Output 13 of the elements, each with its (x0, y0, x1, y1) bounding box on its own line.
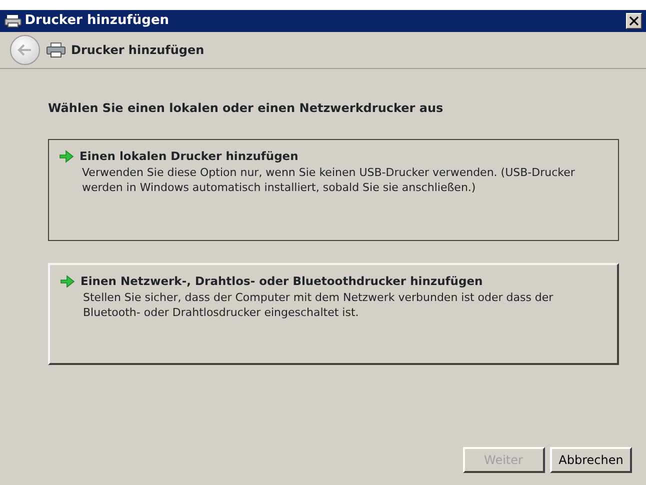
printer-icon (46, 42, 66, 58)
printer-icon (4, 14, 22, 28)
arrow-icon (60, 275, 75, 288)
option-button[interactable]: Einen lokalen Drucker hinzufügen Verwenden Sie diese Option nur, wenn Sie keinen USB-Drucker verwenden. (USB-Drucker werden in Windows automatisch installiert, sobald Sie sie anschließen.) (48, 139, 619, 241)
back-arrow-icon (17, 44, 33, 56)
header-title: Drucker hinzufügen (71, 42, 204, 59)
page-heading: Wählen Sie einen lokalen oder einen Netzwerkdrucker aus (48, 100, 444, 117)
window-title: Drucker hinzufügen (24, 12, 170, 30)
close-button[interactable] (626, 13, 642, 29)
close-icon (629, 16, 639, 26)
dialog-button[interactable]: Abbrechen (550, 447, 632, 473)
arrow-icon (59, 150, 74, 164)
option-button[interactable]: Einen Netzwerk-, Drahtlos- oder Bluetoothdrucker hinzufügen Stellen Sie sicher, dass der Computer mit dem Netzwerk verbunden ist oder dass der Bluetooth- oder Drahtlosdrucker eingeschaltet ist. (48, 263, 619, 365)
